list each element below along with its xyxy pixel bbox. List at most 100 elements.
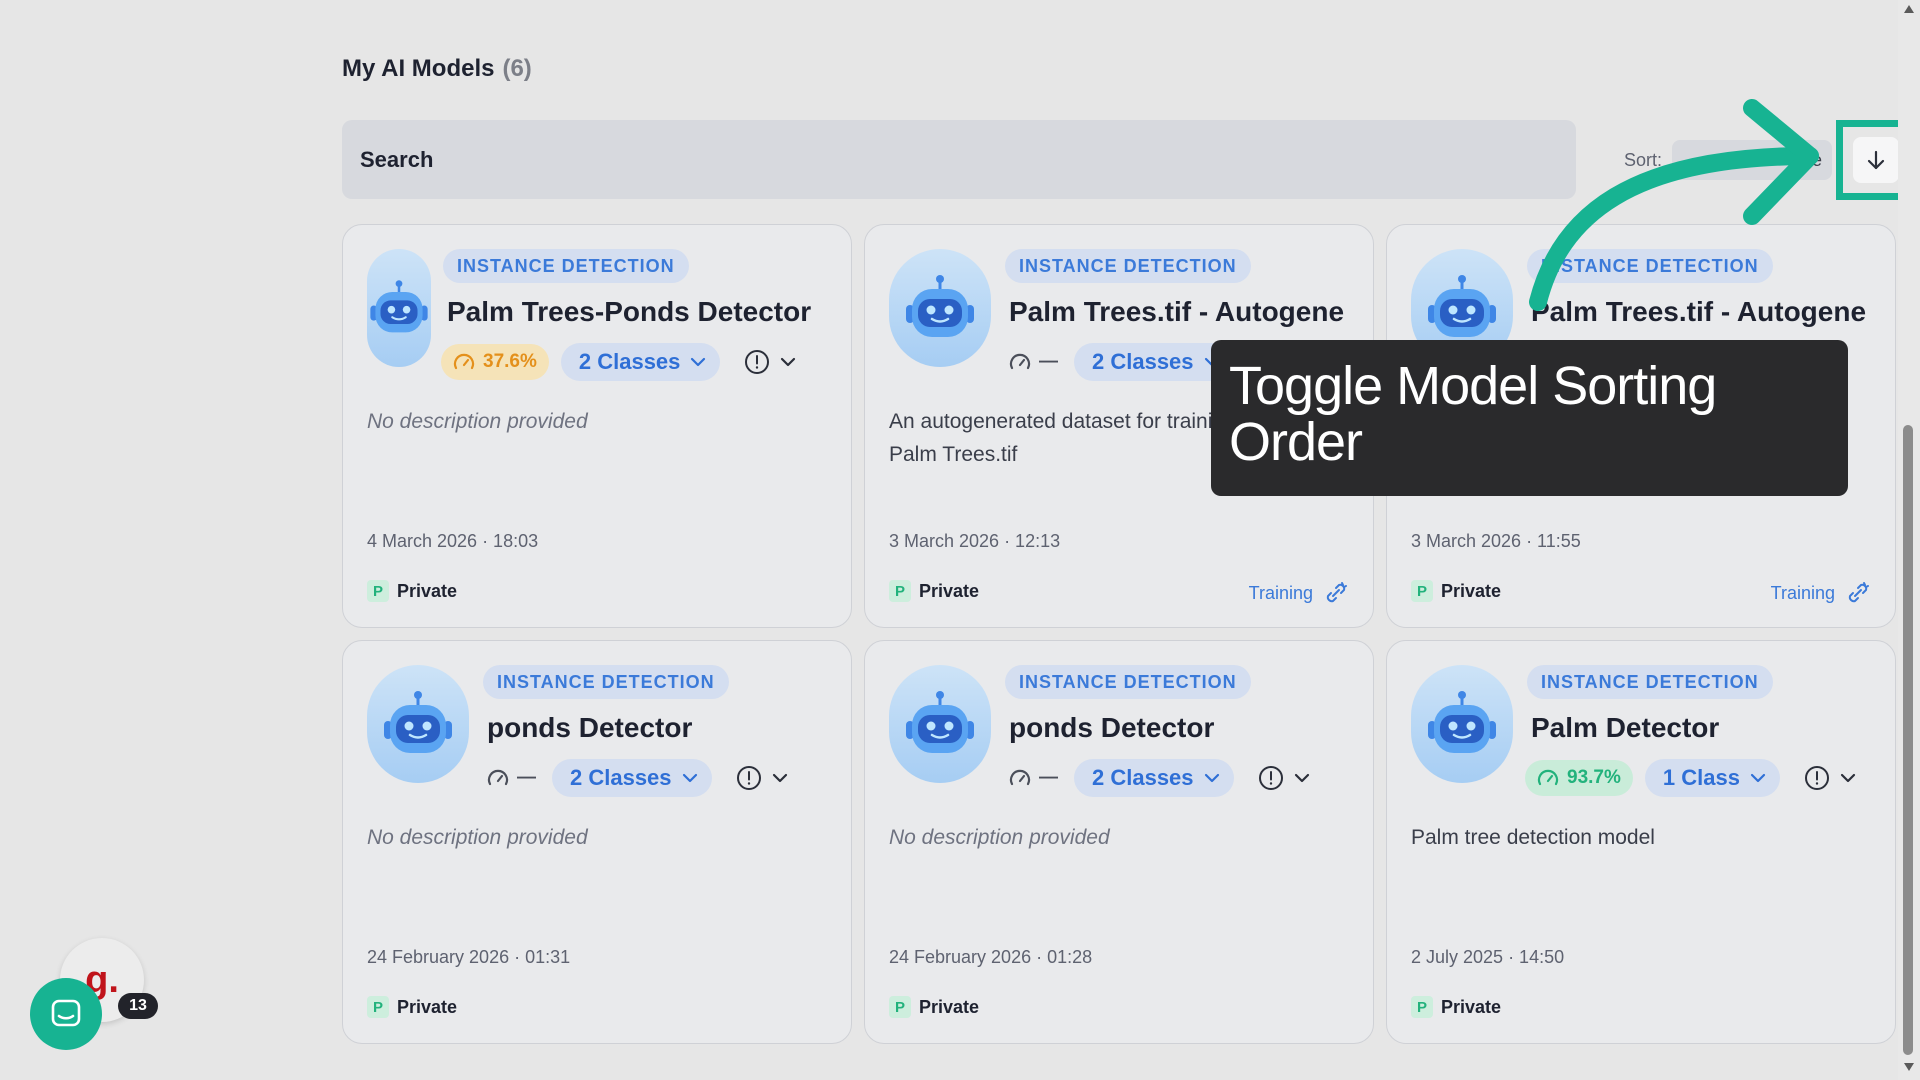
alert-circle-icon [1258, 766, 1283, 790]
chevron-down-icon [1840, 773, 1856, 783]
model-meta-row: 37.6% 2 Classes [441, 343, 796, 381]
chevron-down-icon [1294, 773, 1309, 783]
model-name[interactable]: ponds Detector [1009, 712, 1353, 744]
chevron-down-icon [1750, 773, 1766, 783]
notification-count-badge: 13 [118, 993, 158, 1019]
model-date: 3 March 2026 · 12:13 [889, 531, 1061, 551]
chevron-down-icon [682, 773, 697, 783]
chevron-down-icon [1204, 773, 1219, 783]
accuracy-value: — [1039, 767, 1058, 788]
model-date: 2 July 2025 · 14:50 [1411, 947, 1565, 967]
classes-label: 1 Class [1662, 765, 1740, 790]
model-name[interactable]: Palm Trees.tif - Autogene [1009, 296, 1353, 328]
arrow-down-icon [1867, 150, 1885, 170]
training-status-label: Training [1248, 582, 1313, 603]
training-link-icon [1326, 582, 1347, 603]
model-avatar [367, 665, 469, 783]
model-description: No description provided [889, 826, 1110, 849]
model-avatar [889, 249, 991, 367]
model-type-tag: INSTANCE DETECTION [483, 665, 729, 699]
classes-dropdown[interactable]: 1 Class [1644, 759, 1780, 797]
classes-dropdown[interactable]: 2 Classes [552, 759, 712, 797]
model-info-dropdown[interactable] [736, 765, 788, 791]
model-name[interactable]: Palm Trees-Ponds Detector [447, 296, 831, 328]
training-status[interactable]: Training [1249, 580, 1349, 606]
model-avatar [889, 665, 991, 783]
privacy-indicator: P Private [889, 580, 979, 602]
model-date: 24 February 2026 · 01:28 [889, 947, 1093, 967]
model-type-tag: INSTANCE DETECTION [443, 249, 689, 283]
chevron-down-icon [772, 773, 787, 783]
classes-dropdown[interactable]: 2 Classes [1074, 343, 1234, 381]
classes-label: 2 Classes [570, 765, 672, 790]
accuracy-badge: — [483, 760, 540, 796]
scrollbar-thumb[interactable] [1903, 425, 1913, 1055]
classes-label: 2 Classes [578, 349, 681, 374]
model-card[interactable]: INSTANCE DETECTION Palm Trees-Ponds Dete… [342, 224, 852, 628]
model-count: (6) [502, 55, 532, 82]
classes-dropdown[interactable]: 2 Classes [1074, 759, 1234, 797]
accuracy-badge: 93.7% [1525, 760, 1633, 796]
accuracy-badge: — [1005, 760, 1062, 796]
privacy-badge-icon: P [1411, 996, 1433, 1018]
chevron-down-icon [781, 357, 796, 367]
page-title-text: My AI Models [342, 55, 495, 82]
privacy-label: Private [397, 580, 458, 601]
gauge-icon [1009, 353, 1031, 370]
model-card[interactable]: INSTANCE DETECTION Palm Detector 93.7% 1… [1386, 640, 1896, 1044]
model-avatar [1411, 665, 1513, 783]
gauge-icon [453, 353, 475, 370]
privacy-label: Private [397, 996, 458, 1017]
search-input[interactable] [360, 146, 1576, 173]
tooltip: Toggle Model Sorting Order [1211, 340, 1848, 496]
model-meta-row: 93.7% 1 Class [1525, 759, 1856, 797]
alert-circle-icon [745, 350, 770, 374]
privacy-badge-icon: P [367, 996, 389, 1018]
privacy-indicator: P Private [367, 580, 457, 602]
robot-icon [1428, 275, 1496, 337]
model-date: 4 March 2026 · 18:03 [367, 531, 539, 551]
model-info-dropdown[interactable] [1258, 765, 1310, 791]
classes-dropdown[interactable]: 2 Classes [560, 343, 721, 381]
chat-launcher-button[interactable] [30, 978, 102, 1050]
accuracy-value: 37.6% [483, 351, 537, 372]
privacy-badge-icon: P [1411, 580, 1433, 602]
model-avatar [367, 249, 431, 367]
model-name[interactable]: ponds Detector [487, 712, 831, 744]
classes-label: 2 Classes [1092, 349, 1194, 374]
training-link-icon [1848, 582, 1869, 603]
model-meta-row: — 2 Classes [1005, 759, 1310, 797]
scroll-up-icon[interactable] [1903, 4, 1915, 14]
scroll-down-icon[interactable] [1903, 1062, 1915, 1072]
privacy-indicator: P Private [1411, 580, 1501, 602]
training-status[interactable]: Training [1771, 580, 1871, 606]
training-status-label: Training [1770, 582, 1835, 603]
gauge-icon [1009, 769, 1031, 786]
sort-order-toggle-inner[interactable] [1853, 137, 1899, 183]
model-description: Palm tree detection model [1411, 826, 1655, 849]
model-info-dropdown[interactable] [744, 349, 796, 375]
robot-icon [1428, 691, 1496, 753]
model-type-tag: INSTANCE DETECTION [1005, 665, 1251, 699]
gauge-icon [487, 769, 509, 786]
chevron-down-icon [691, 357, 706, 367]
robot-icon [384, 691, 452, 753]
accuracy-value: — [1039, 351, 1058, 372]
model-description: No description provided [367, 826, 588, 849]
gauge-icon [1537, 769, 1559, 786]
accuracy-badge: — [1005, 344, 1062, 380]
model-name[interactable]: Palm Detector [1531, 712, 1875, 744]
privacy-indicator: P Private [1411, 996, 1501, 1018]
privacy-label: Private [919, 580, 980, 601]
model-card[interactable]: INSTANCE DETECTION ponds Detector — 2 Cl… [864, 640, 1374, 1044]
model-type-tag: INSTANCE DETECTION [1527, 665, 1773, 699]
annotation-arrow-icon [1529, 99, 1819, 311]
accuracy-value: — [517, 767, 536, 788]
search-bar[interactable] [342, 120, 1576, 199]
model-card[interactable]: INSTANCE DETECTION ponds Detector — 2 Cl… [342, 640, 852, 1044]
privacy-label: Private [1441, 580, 1502, 601]
chat-icon [51, 999, 81, 1027]
model-info-dropdown[interactable] [1804, 765, 1856, 791]
model-date: 24 February 2026 · 01:31 [367, 947, 571, 967]
privacy-badge-icon: P [367, 580, 389, 602]
